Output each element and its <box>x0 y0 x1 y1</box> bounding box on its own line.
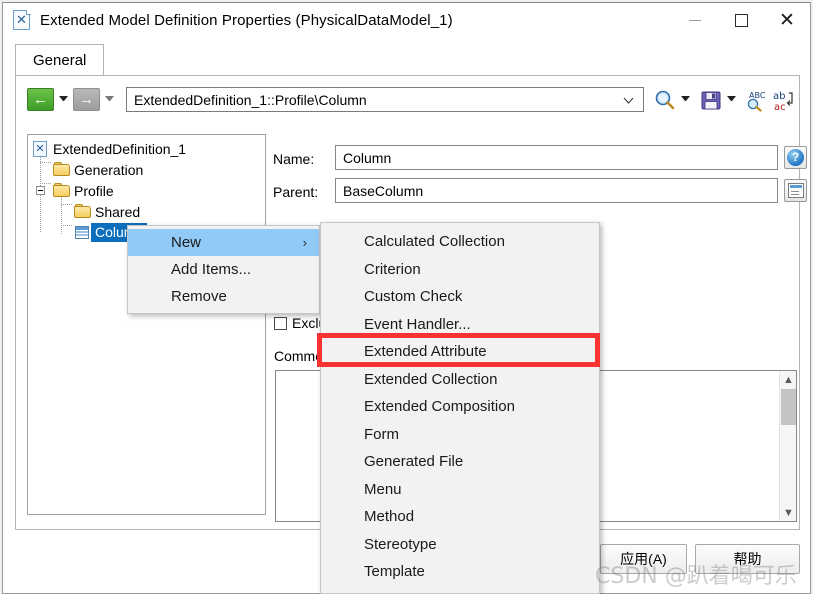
caption-buttons: ✕ <box>672 3 810 37</box>
menu-item-label: Stereotype <box>364 535 437 553</box>
svg-text:ab: ab <box>773 91 785 102</box>
menu-item-label: Menu <box>364 480 402 498</box>
screenshot-root: ✕ Extended Model Definition Properties (… <box>0 0 813 594</box>
parent-label: Parent: <box>273 184 319 200</box>
search-dropdown-icon[interactable] <box>681 96 690 103</box>
question-mark-icon: ? <box>787 149 804 166</box>
menu-item-label: Add Items... <box>171 261 252 278</box>
tab-strip: General <box>15 44 800 76</box>
submenu-item-method[interactable]: Method <box>321 503 599 531</box>
menu-item-label: Remove <box>171 288 227 305</box>
submenu-item-event-handler[interactable]: Event Handler... <box>321 311 599 339</box>
window-title: Extended Model Definition Properties (Ph… <box>40 11 453 29</box>
title-bar: ✕ Extended Model Definition Properties (… <box>3 3 810 37</box>
spell-check-icon[interactable]: ABC <box>743 88 767 112</box>
menu-item-label: Template <box>364 563 425 581</box>
close-button[interactable]: ✕ <box>764 3 810 37</box>
menu-item-label: Criterion <box>364 260 421 278</box>
parent-input[interactable]: BaseColumn <box>335 178 778 203</box>
context-menu[interactable]: New › Add Items... Remove <box>127 225 320 314</box>
tree-node-shared[interactable]: Shared <box>28 201 265 222</box>
forward-button[interactable]: → <box>73 88 100 111</box>
svg-text:ABC: ABC <box>749 91 766 100</box>
scrollbar-thumb[interactable] <box>781 389 796 425</box>
tree-node-generation[interactable]: Generation <box>28 159 265 180</box>
back-dropdown-icon[interactable] <box>59 96 68 103</box>
grid-icon <box>74 225 91 240</box>
tree-panel[interactable]: ✕ ExtendedDefinition_1 Generation Profil… <box>27 134 266 515</box>
exclude-checkbox-row[interactable]: Exclu <box>274 315 326 331</box>
menu-item-label: Extended Attribute <box>364 343 487 361</box>
menu-item-remove[interactable]: Remove <box>128 283 319 310</box>
comment-scrollbar[interactable]: ▲ ▼ <box>779 371 796 521</box>
submenu-item-custom-check[interactable]: Custom Check <box>321 283 599 311</box>
document-x-icon: ✕ <box>13 10 31 30</box>
submenu-item-form[interactable]: Form <box>321 421 599 449</box>
toolbar: ← → ExtendedDefinition_1::Profile\Column <box>16 76 799 122</box>
parent-properties-button[interactable] <box>784 179 807 202</box>
tab-general[interactable]: General <box>15 44 105 76</box>
chevron-right-icon: › <box>302 235 307 250</box>
submenu-item-menu[interactable]: Menu <box>321 476 599 504</box>
parent-row: Parent: <box>273 180 318 204</box>
menu-item-label: Method <box>364 508 415 526</box>
tree-node-extendeddefinition[interactable]: ✕ ExtendedDefinition_1 <box>28 138 265 159</box>
name-input-value: Column <box>343 149 392 166</box>
submenu-item-extended-collection[interactable]: Extended Collection <box>321 366 599 394</box>
collapse-toggle-icon[interactable] <box>36 186 45 195</box>
menu-item-label: Event Handler... <box>364 315 471 333</box>
path-combobox[interactable]: ExtendedDefinition_1::Profile\Column <box>126 87 644 112</box>
svg-text:ac: ac <box>774 102 786 112</box>
search-icon[interactable] <box>653 88 677 112</box>
watermark-text: CSDN @趴着喝可乐 <box>595 564 797 589</box>
folder-icon <box>74 204 91 219</box>
save-dropdown-icon[interactable] <box>727 96 736 103</box>
help-button[interactable]: ? <box>784 146 807 169</box>
menu-item-label: New <box>171 234 202 251</box>
submenu-item-transformation[interactable]: Transformation <box>321 586 599 593</box>
name-input[interactable]: Column <box>335 145 778 170</box>
submenu-item-generated-file[interactable]: Generated File <box>321 448 599 476</box>
menu-item-label: Generated File <box>364 453 464 471</box>
tree-node-label: Generation <box>74 161 144 178</box>
menu-item-new[interactable]: New › <box>128 229 319 256</box>
back-button[interactable]: ← <box>27 88 54 111</box>
menu-item-label: Form <box>364 425 399 443</box>
submenu-item-extended-attribute[interactable]: Extended Attribute <box>321 338 599 366</box>
exclude-checkbox[interactable] <box>274 316 287 330</box>
folder-icon <box>53 183 70 198</box>
menu-item-add-items[interactable]: Add Items... <box>128 256 319 283</box>
submenu-item-calculated-collection[interactable]: Calculated Collection <box>321 228 599 256</box>
submenu-item-extended-composition[interactable]: Extended Composition <box>321 393 599 421</box>
new-submenu[interactable]: Calculated Collection Criterion Custom C… <box>320 222 600 594</box>
menu-item-label: Custom Check <box>364 288 463 306</box>
name-label: Name: <box>273 151 315 167</box>
scroll-down-icon[interactable]: ▼ <box>780 504 797 521</box>
submenu-item-criterion[interactable]: Criterion <box>321 256 599 284</box>
maximize-button[interactable] <box>718 3 764 37</box>
tree-node-profile[interactable]: Profile <box>28 180 265 201</box>
path-value: ExtendedDefinition_1::Profile\Column <box>134 91 367 108</box>
replace-icon[interactable]: ab ac <box>771 88 795 113</box>
tree-node-label: Shared <box>95 203 141 220</box>
tree-node-label: ExtendedDefinition_1 <box>53 140 187 157</box>
document-x-icon: ✕ <box>32 141 49 157</box>
menu-item-label: Extended Composition <box>364 398 515 416</box>
folder-icon <box>53 162 70 177</box>
chevron-down-icon[interactable] <box>623 97 634 104</box>
scroll-up-icon[interactable]: ▲ <box>780 371 797 388</box>
minimize-button[interactable] <box>672 3 718 37</box>
forward-dropdown-icon[interactable] <box>105 96 114 103</box>
tree-node-label: Profile <box>74 182 114 199</box>
properties-icon <box>787 183 804 198</box>
submenu-item-stereotype[interactable]: Stereotype <box>321 531 599 559</box>
name-row: Name: <box>273 147 314 171</box>
parent-input-value: BaseColumn <box>343 182 424 199</box>
menu-item-label: Calculated Collection <box>364 233 505 251</box>
submenu-item-template[interactable]: Template <box>321 558 599 586</box>
menu-item-label: Extended Collection <box>364 370 498 388</box>
save-icon[interactable] <box>699 88 723 112</box>
